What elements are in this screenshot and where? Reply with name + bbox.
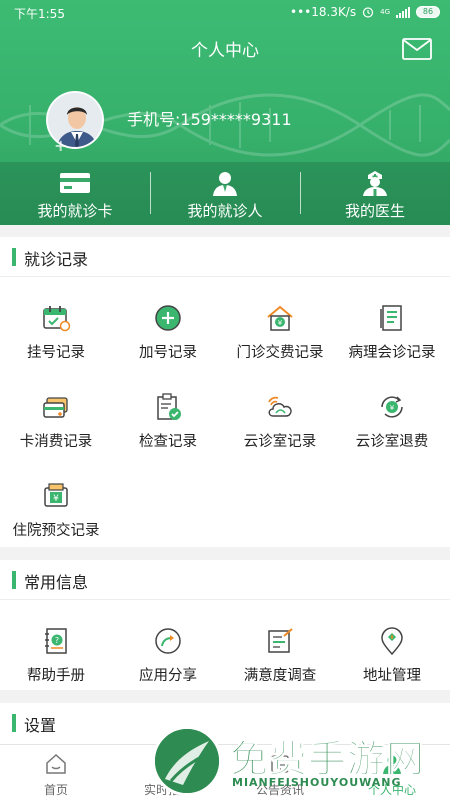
alarm-icon bbox=[363, 7, 374, 18]
registration-records[interactable]: 挂号记录 bbox=[0, 293, 112, 373]
page-title: 个人中心 bbox=[191, 41, 259, 61]
add-number-records[interactable]: 加号记录 bbox=[112, 293, 224, 373]
watermark-logo-icon bbox=[155, 729, 219, 793]
network-type: 4G bbox=[380, 8, 390, 16]
watermark-logo bbox=[152, 726, 222, 796]
calendar-icon bbox=[43, 306, 71, 332]
section-accent-bar bbox=[12, 571, 16, 589]
section-accent-bar bbox=[12, 714, 16, 732]
status-bar: 下午1:55 •••18.3K/s 4G 86 bbox=[0, 0, 450, 26]
satisfaction-survey-label: 满意度调查 bbox=[243, 668, 317, 684]
satisfaction-survey[interactable]: 满意度调查 bbox=[224, 616, 336, 696]
wallet-yuan-icon: ¥ bbox=[44, 483, 68, 507]
share-icon bbox=[155, 628, 181, 654]
cloud-clinic-refund-label: 云诊室退费 bbox=[355, 434, 429, 450]
cloud-icon bbox=[268, 396, 292, 417]
cloud-clinic-records-label: 云诊室记录 bbox=[243, 434, 317, 450]
phone-number: 手机号:159*****9311 bbox=[127, 110, 292, 129]
svg-text:¥: ¥ bbox=[390, 404, 395, 412]
app-share-label: 应用分享 bbox=[139, 668, 197, 684]
status-time: 下午1:55 bbox=[14, 7, 65, 21]
house-yuan-icon: ¥ bbox=[267, 305, 293, 331]
records-title: 就诊记录 bbox=[24, 250, 89, 269]
cloud-clinic-refund[interactable]: ¥ 云诊室退费 bbox=[336, 382, 448, 462]
address-management-label: 地址管理 bbox=[363, 668, 421, 684]
inpatient-prepay-records[interactable]: ¥ 住院预交记录 bbox=[0, 471, 112, 551]
refund-icon: ¥ bbox=[381, 396, 403, 418]
my-doctor-button[interactable]: 我的医生 bbox=[300, 162, 450, 225]
cloud-clinic-records[interactable]: 云诊室记录 bbox=[224, 382, 336, 462]
survey-icon bbox=[268, 628, 293, 653]
document-list-icon bbox=[380, 305, 402, 331]
person-icon bbox=[213, 172, 237, 196]
my-card-label: 我的就诊卡 bbox=[37, 202, 113, 220]
watermark-subtext: MIANFEISHOUYOUWANG bbox=[232, 776, 402, 789]
exam-records[interactable]: 检查记录 bbox=[112, 382, 224, 462]
network-speed: •••18.3K/s bbox=[289, 5, 357, 19]
svg-text:¥: ¥ bbox=[53, 494, 59, 504]
title-bar: 个人中心 bbox=[0, 26, 450, 70]
plus-decoration-icon: + bbox=[54, 136, 68, 155]
help-book-icon: ? bbox=[45, 628, 67, 654]
common-info-header: 常用信息 bbox=[0, 560, 450, 600]
pathology-consultation-records[interactable]: 病理会诊记录 bbox=[336, 293, 448, 373]
quick-links-bar: 我的就诊卡 我的就诊人 我的医生 bbox=[0, 162, 450, 225]
add-number-records-label: 加号记录 bbox=[139, 345, 197, 361]
my-doctor-label: 我的医生 bbox=[344, 202, 405, 220]
address-management[interactable]: 地址管理 bbox=[336, 616, 448, 696]
help-manual-label: 帮助手册 bbox=[27, 668, 85, 684]
watermark-text: 免费手游网 bbox=[229, 737, 426, 782]
nav-home[interactable]: 首页 bbox=[0, 745, 112, 800]
card-icon bbox=[60, 173, 90, 193]
common-info-section: 常用信息 ? 帮助手册 应用分享 满意度调查 地址管理 bbox=[0, 560, 450, 690]
home-icon bbox=[46, 753, 66, 774]
nav-home-label: 首页 bbox=[43, 783, 68, 797]
my-card-button[interactable]: 我的就诊卡 bbox=[0, 162, 150, 225]
battery-icon: 86 bbox=[416, 6, 440, 18]
status-indicators: •••18.3K/s 4G 86 bbox=[290, 5, 440, 19]
outpatient-payment-records[interactable]: ¥ 门诊交费记录 bbox=[224, 293, 336, 373]
cards-icon bbox=[43, 397, 68, 418]
inpatient-prepay-records-label: 住院预交记录 bbox=[12, 523, 100, 539]
outpatient-payment-records-label: 门诊交费记录 bbox=[236, 345, 324, 361]
profile-header: 下午1:55 •••18.3K/s 4G 86 个人中心 + 手机号:159**… bbox=[0, 0, 450, 225]
watermark: 免费手游网 MIANFEISHOUYOUWANG bbox=[150, 722, 450, 800]
clipboard-check-icon bbox=[157, 393, 181, 420]
doctor-icon bbox=[363, 171, 387, 196]
section-accent-bar bbox=[12, 248, 16, 266]
pathology-consultation-records-label: 病理会诊记录 bbox=[348, 345, 436, 361]
my-patients-label: 我的就诊人 bbox=[187, 202, 263, 220]
records-header: 就诊记录 bbox=[0, 237, 450, 277]
svg-text:¥: ¥ bbox=[278, 319, 283, 327]
help-manual[interactable]: ? 帮助手册 bbox=[0, 616, 112, 696]
registration-records-label: 挂号记录 bbox=[27, 345, 85, 361]
app-share[interactable]: 应用分享 bbox=[112, 616, 224, 696]
exam-records-label: 检查记录 bbox=[139, 434, 197, 450]
mail-icon[interactable] bbox=[402, 38, 432, 60]
card-consumption-records-label: 卡消费记录 bbox=[19, 434, 93, 450]
common-info-title: 常用信息 bbox=[24, 573, 89, 592]
my-patients-button[interactable]: 我的就诊人 bbox=[150, 162, 300, 225]
card-consumption-records[interactable]: 卡消费记录 bbox=[0, 382, 112, 462]
records-section: 就诊记录 挂号记录 加号记录 ¥ 门诊交费记录 病理会诊记录 卡消费记录 检查记… bbox=[0, 237, 450, 547]
svg-text:?: ? bbox=[55, 636, 59, 645]
location-icon bbox=[381, 627, 403, 656]
plus-circle-icon bbox=[155, 305, 181, 331]
settings-title: 设置 bbox=[24, 716, 57, 735]
signal-icon bbox=[396, 6, 410, 18]
